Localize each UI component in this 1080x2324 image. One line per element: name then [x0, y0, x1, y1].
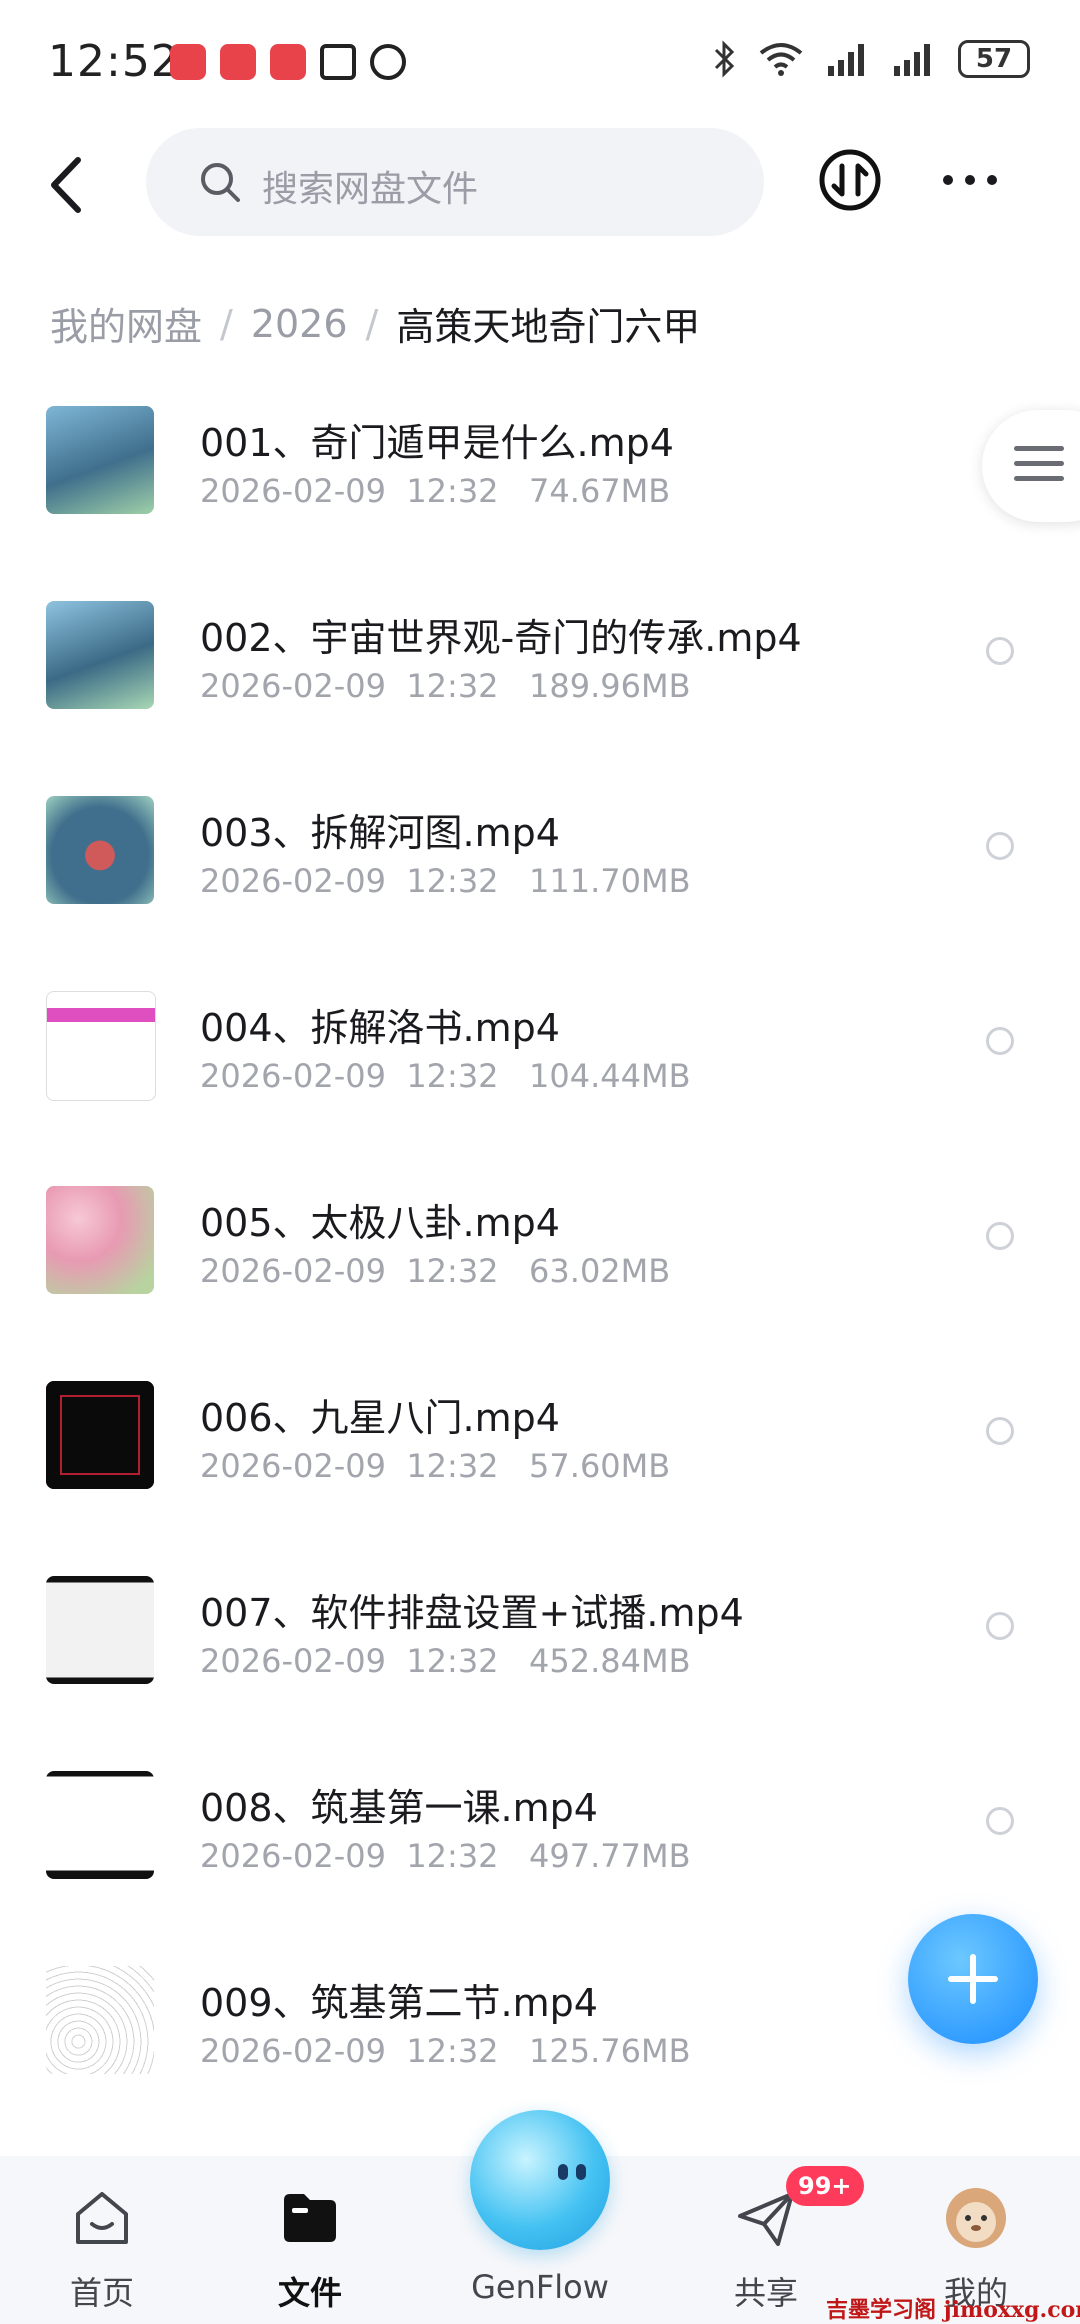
more-icon[interactable]: [938, 164, 1002, 196]
file-row[interactable]: 001、奇门遁甲是什么.mp4 2026-02-09 12:32 74.67MB: [0, 400, 1080, 596]
nav-label: 文件: [277, 2274, 342, 2312]
video-thumbnail: [46, 1966, 154, 2074]
huawei-app-icon: [170, 44, 206, 80]
battery-icon: 57: [958, 40, 1030, 78]
home-icon: [76, 2192, 128, 2244]
file-meta: 2026-02-09 12:32 57.60MB: [200, 1447, 671, 1485]
video-thumbnail: [46, 1576, 154, 1684]
breadcrumb-separator: /: [220, 301, 233, 346]
alarm-icon: [370, 44, 406, 80]
notification-app-icon: [270, 44, 306, 80]
search-placeholder: 搜索网盘文件: [262, 169, 479, 210]
breadcrumb-root[interactable]: 我的网盘: [50, 296, 202, 351]
nav-label: 共享: [733, 2274, 798, 2312]
file-name: 004、拆解洛书.mp4: [200, 1006, 560, 1050]
orb-eye: [558, 2164, 568, 2180]
breadcrumb: 我的网盘 / 2026 / 高策天地奇门六甲: [50, 296, 700, 351]
file-meta: 2026-02-09 12:32 74.67MB: [200, 472, 671, 510]
genflow-orb-icon[interactable]: [470, 2110, 610, 2250]
file-name: 007、软件排盘设置+试播.mp4: [200, 1591, 744, 1635]
orb-eye: [576, 2164, 586, 2180]
nav-label: GenFlow: [471, 2268, 609, 2306]
video-thumbnail: [46, 601, 154, 709]
signal-icon: [894, 44, 930, 76]
file-meta: 2026-02-09 12:32 497.77MB: [200, 1837, 691, 1875]
select-radio[interactable]: [986, 1807, 1014, 1835]
folder-icon: [284, 2194, 336, 2242]
file-meta: 2026-02-09 12:32 63.02MB: [200, 1252, 671, 1290]
menu-icon: [1014, 446, 1064, 491]
select-radio[interactable]: [986, 1222, 1014, 1250]
search-input[interactable]: 搜索网盘文件: [146, 128, 764, 236]
wifi-icon: [759, 43, 803, 76]
video-thumbnail: [46, 1381, 154, 1489]
avatar-icon: [946, 2188, 1006, 2248]
file-meta: 2026-02-09 12:32 111.70MB: [200, 862, 691, 900]
back-icon[interactable]: [40, 150, 100, 220]
file-name: 009、筑基第二节.mp4: [200, 1981, 598, 2025]
breadcrumb-separator: /: [365, 301, 379, 346]
status-bar: 12:52 57: [0, 0, 1080, 120]
file-name: 003、拆解河图.mp4: [200, 811, 560, 855]
select-radio[interactable]: [986, 832, 1014, 860]
nav-label: 首页: [69, 2274, 134, 2312]
video-thumbnail: [46, 991, 156, 1101]
file-row[interactable]: 007、软件排盘设置+试播.mp4 2026-02-09 12:32 452.8…: [0, 1570, 1080, 1766]
transfer-icon[interactable]: [818, 148, 882, 212]
file-name: 006、九星八门.mp4: [200, 1396, 560, 1440]
video-thumbnail: [46, 796, 154, 904]
nav-home[interactable]: 首页: [22, 2156, 182, 2324]
select-radio[interactable]: [986, 1027, 1014, 1055]
file-row[interactable]: 004、拆解洛书.mp4 2026-02-09 12:32 104.44MB: [0, 985, 1080, 1181]
breadcrumb-folder[interactable]: 2026: [251, 302, 348, 346]
select-radio[interactable]: [986, 637, 1014, 665]
share-badge: 99+: [786, 2166, 864, 2206]
nav-files[interactable]: 文件: [230, 2156, 390, 2324]
file-name: 001、奇门遁甲是什么.mp4: [200, 421, 674, 465]
watermark: 吉墨学习阁 jimoxxg.com: [826, 2297, 1080, 2323]
video-thumbnail: [46, 1771, 154, 1879]
bluetooth-icon: [714, 40, 735, 78]
file-row[interactable]: 005、太极八卦.mp4 2026-02-09 12:32 63.02MB: [0, 1180, 1080, 1376]
add-button[interactable]: [908, 1914, 1038, 2044]
system-icons: 57: [712, 40, 1030, 78]
file-row[interactable]: 002、宇宙世界观-奇门的传承.mp4 2026-02-09 12:32 189…: [0, 595, 1080, 791]
top-bar: 搜索网盘文件: [0, 120, 1080, 250]
file-row[interactable]: 008、筑基第一课.mp4 2026-02-09 12:32 497.77MB: [0, 1765, 1080, 1961]
signal-icon: [828, 44, 864, 76]
notification-icons: [170, 44, 406, 80]
file-meta: 2026-02-09 12:32 452.84MB: [200, 1642, 691, 1680]
huawei-app-icon: [220, 44, 256, 80]
file-meta: 2026-02-09 12:32 189.96MB: [200, 667, 691, 705]
file-meta: 2026-02-09 12:32 104.44MB: [200, 1057, 691, 1095]
nfc-icon: [320, 44, 356, 80]
select-radio[interactable]: [986, 1612, 1014, 1640]
file-meta: 2026-02-09 12:32 125.76MB: [200, 2032, 691, 2070]
file-name: 008、筑基第一课.mp4: [200, 1786, 598, 1830]
status-time: 12:52: [48, 36, 180, 87]
video-thumbnail: [46, 406, 154, 514]
file-row[interactable]: 006、九星八门.mp4 2026-02-09 12:32 57.60MB: [0, 1375, 1080, 1571]
video-thumbnail: [46, 1186, 154, 1294]
select-radio[interactable]: [986, 1417, 1014, 1445]
file-list: 001、奇门遁甲是什么.mp4 2026-02-09 12:32 74.67MB…: [0, 394, 1080, 2094]
breadcrumb-current: 高策天地奇门六甲: [396, 305, 701, 349]
file-name: 002、宇宙世界观-奇门的传承.mp4: [200, 616, 802, 660]
file-name: 005、太极八卦.mp4: [200, 1201, 560, 1245]
file-row[interactable]: 003、拆解河图.mp4 2026-02-09 12:32 111.70MB: [0, 790, 1080, 986]
plus-icon: [948, 1954, 998, 2004]
search-icon: [201, 163, 240, 202]
